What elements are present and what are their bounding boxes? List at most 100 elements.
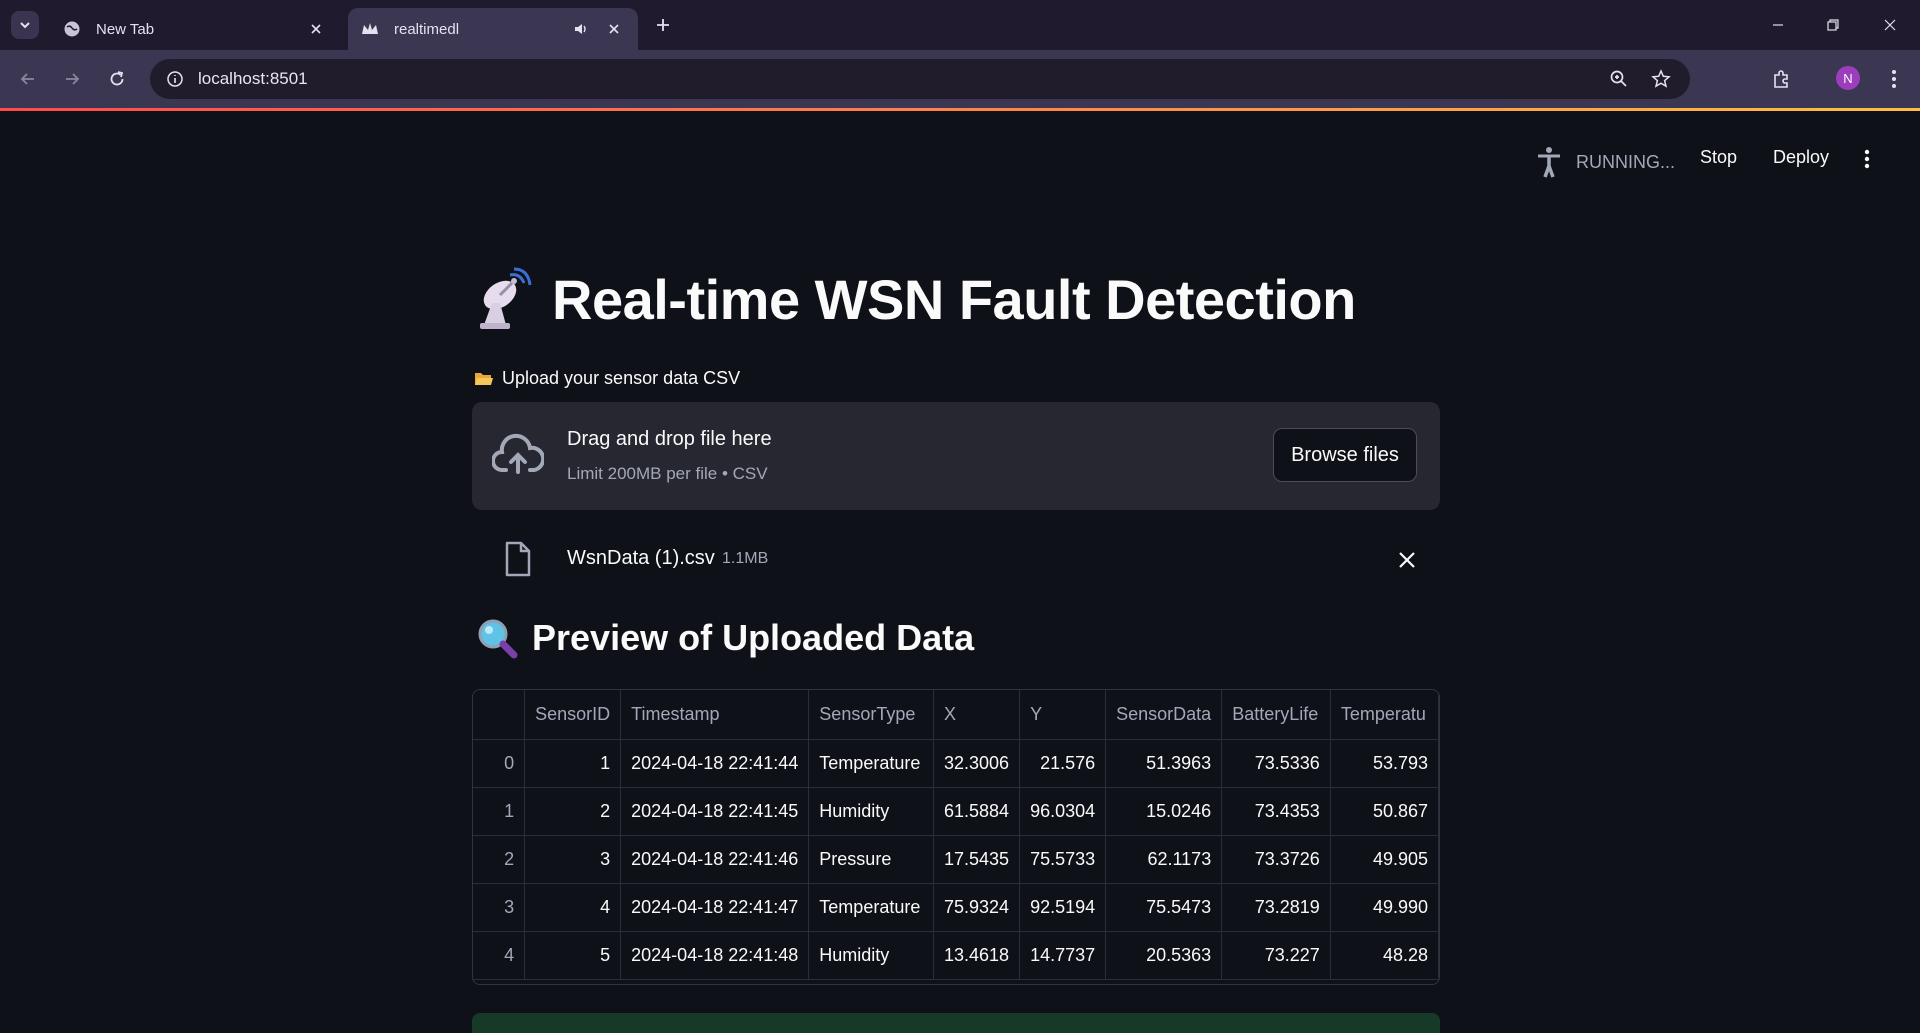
file-dropzone[interactable]: Drag and drop file here Limit 200MB per … [472,402,1440,510]
cell-sensortype[interactable]: Temperature [808,883,934,932]
cell-x[interactable]: 61.5884 [933,787,1021,836]
stop-button[interactable]: Stop [1700,147,1737,168]
profile-avatar[interactable]: N [1836,66,1860,90]
cell-timestamp[interactable]: 2024-04-18 22:41:47 [620,883,810,932]
app-header: RUNNING... Stop Deploy [0,111,1920,205]
close-icon[interactable] [602,17,626,41]
column-header-x[interactable]: X [933,690,1021,740]
cell-temperature[interactable]: 50.867 [1330,787,1439,836]
main-menu-button[interactable] [1858,145,1876,173]
cell-sensordata[interactable]: 62.1173 [1105,835,1223,884]
file-name: WsnData (1).csv [567,547,715,569]
cell-sensortype[interactable]: Temperature [808,739,934,788]
column-header-sensordata[interactable]: SensorData [1105,690,1223,740]
cell-batterylife[interactable]: 73.227 [1221,931,1331,980]
bookmark-star-icon[interactable] [1648,66,1674,92]
cell-sensorid[interactable]: 5 [524,931,622,980]
cell-x[interactable]: 32.3006 [933,739,1021,788]
cell-y[interactable]: 92.5194 [1019,883,1107,932]
new-tab-button[interactable] [650,12,676,38]
row-index: 2 [473,835,526,884]
cell-batterylife[interactable]: 73.5336 [1221,739,1331,788]
cell-sensordata[interactable]: 20.5363 [1105,931,1223,980]
file-size: 1.1MB [722,550,769,567]
cell-x[interactable]: 75.9324 [933,883,1021,932]
column-header-temperature[interactable]: Temperatu [1330,690,1439,740]
speaker-icon[interactable] [570,18,592,40]
cell-sensorid[interactable]: 4 [524,883,622,932]
cell-x[interactable]: 17.5435 [933,835,1021,884]
cell-timestamp[interactable]: 2024-04-18 22:41:46 [620,835,810,884]
cell-sensortype[interactable]: Humidity [808,787,934,836]
site-info-icon[interactable] [162,66,188,92]
cell-y[interactable]: 21.576 [1019,739,1107,788]
tab-new-tab[interactable]: New Tab [50,8,340,50]
deploy-button[interactable]: Deploy [1773,147,1829,168]
close-window-button[interactable] [1875,10,1905,40]
column-header-timestamp[interactable]: Timestamp [620,690,810,740]
browser-tab-bar: New Tab realtimedl [0,0,1920,50]
tab-search-button[interactable] [11,11,39,39]
zoom-icon[interactable] [1606,66,1632,92]
cell-sensorid[interactable]: 2 [524,787,622,836]
tab-title: realtimedl [394,20,460,38]
tab-realtimedl[interactable]: realtimedl [348,8,638,50]
cell-y[interactable]: 14.7737 [1019,931,1107,980]
cell-batterylife[interactable]: 73.4353 [1221,787,1331,836]
back-button[interactable] [14,65,42,93]
more-vertical-icon [1864,149,1870,169]
extensions-button[interactable] [1768,65,1796,93]
cell-temperature[interactable]: 49.905 [1330,835,1439,884]
open-folder-icon [475,372,493,385]
cell-sensordata[interactable]: 15.0246 [1105,787,1223,836]
cell-batterylife[interactable]: 73.2819 [1221,883,1331,932]
streamlit-crown-icon [360,19,380,39]
close-icon [1399,552,1415,568]
row-index: 1 [473,787,526,836]
running-man-icon [1534,145,1564,179]
reload-icon [110,71,124,86]
cell-sensordata[interactable]: 51.3963 [1105,739,1223,788]
satellite-antenna-icon [480,267,532,329]
cell-temperature[interactable]: 53.793 [1330,739,1439,788]
cell-sensortype[interactable]: Humidity [808,931,934,980]
table-row: 1 2 2024-04-18 22:41:45 Humidity 61.5884… [473,787,1439,836]
column-header-index[interactable] [473,690,526,740]
column-header-sensorid[interactable]: SensorID [524,690,622,740]
data-preview-table[interactable]: SensorID Timestamp SensorType X Y Sensor… [472,689,1440,985]
cell-y[interactable]: 96.0304 [1019,787,1107,836]
close-icon [1884,19,1896,31]
cell-sensordata[interactable]: 75.5473 [1105,883,1223,932]
cell-sensorid[interactable]: 3 [524,835,622,884]
column-header-sensortype[interactable]: SensorType [808,690,934,740]
cell-temperature[interactable]: 49.990 [1330,883,1439,932]
minimize-icon [1773,24,1783,26]
url-text: localhost:8501 [198,69,308,88]
cell-x[interactable]: 13.4618 [933,931,1021,980]
address-bar[interactable]: localhost:8501 [150,59,1690,99]
cell-timestamp[interactable]: 2024-04-18 22:41:48 [620,931,810,980]
dropzone-limit: Limit 200MB per file • CSV [567,464,768,483]
more-vertical-icon [1892,70,1896,88]
column-header-y[interactable]: Y [1019,690,1107,740]
cell-sensortype[interactable]: Pressure [808,835,934,884]
minimize-button[interactable] [1763,10,1793,40]
cell-temperature[interactable]: 48.28 [1330,931,1439,980]
browse-files-button[interactable]: Browse files [1273,428,1417,482]
forward-button[interactable] [58,65,86,93]
cell-timestamp[interactable]: 2024-04-18 22:41:45 [620,787,810,836]
cell-batterylife[interactable]: 73.3726 [1221,835,1331,884]
close-icon[interactable] [304,17,328,41]
column-header-batterylife[interactable]: BatteryLife [1221,690,1331,740]
delete-file-button[interactable] [1394,547,1420,573]
browser-menu-button[interactable] [1880,65,1908,93]
page-title-row: Real-time WSN Fault Detection [472,265,1356,333]
table-row: 3 4 2024-04-18 22:41:47 Temperature 75.9… [473,883,1439,932]
puzzle-icon [1774,70,1788,88]
cell-timestamp[interactable]: 2024-04-18 22:41:44 [620,739,810,788]
row-index: 4 [473,931,526,980]
reload-button[interactable] [103,65,131,93]
cell-y[interactable]: 75.5733 [1019,835,1107,884]
cell-sensorid[interactable]: 1 [524,739,622,788]
restore-button[interactable] [1818,10,1848,40]
